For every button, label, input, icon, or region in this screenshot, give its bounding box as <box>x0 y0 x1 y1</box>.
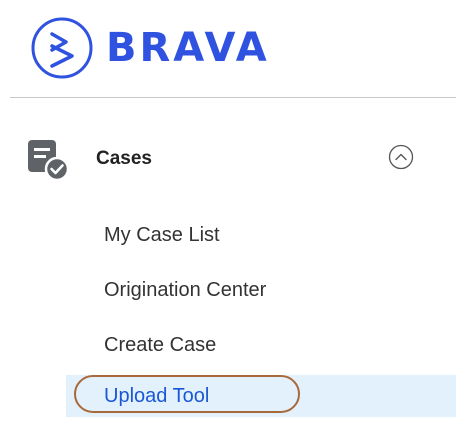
brand-name: BRAVA <box>106 25 270 71</box>
menu-item-origination-center[interactable]: Origination Center <box>66 270 456 310</box>
chevron-up-circle-icon[interactable] <box>388 144 414 170</box>
divider <box>10 97 456 98</box>
menu-item-create-case[interactable]: Create Case <box>66 325 456 365</box>
menu-item-my-case-list[interactable]: My Case List <box>66 215 456 255</box>
cases-icon <box>28 140 70 182</box>
menu-item-upload-tool[interactable]: Upload Tool <box>66 375 456 417</box>
sidebar-section-cases[interactable]: Cases <box>0 128 456 188</box>
menu-item-label: Origination Center <box>104 279 267 301</box>
sidebar: BRAVA Cases My Case List Origination Cen… <box>0 0 456 430</box>
brand-logo[interactable]: BRAVA <box>30 14 270 82</box>
menu-item-label: Create Case <box>104 334 217 356</box>
section-title: Cases <box>96 148 152 169</box>
menu-item-label: Upload Tool <box>104 385 210 407</box>
menu-item-label: My Case List <box>104 224 220 246</box>
brava-logo-icon <box>31 17 93 79</box>
